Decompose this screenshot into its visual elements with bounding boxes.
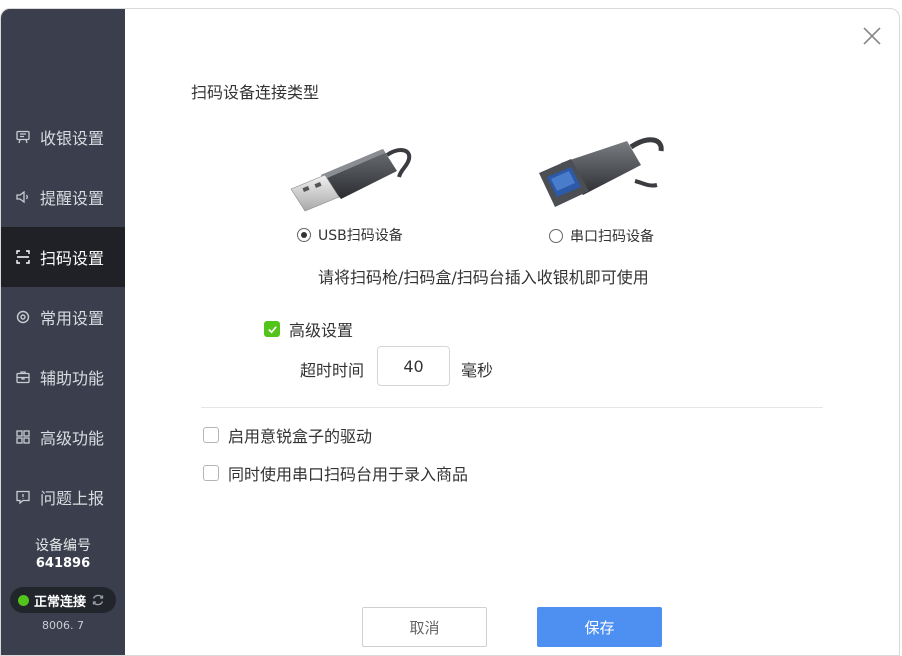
enable-driver-label: 启用意锐盒子的驱动 xyxy=(228,427,373,446)
enable-driver-checkbox[interactable]: 启用意锐盒子的驱动 xyxy=(203,423,372,447)
connection-status-text: 正常连接 xyxy=(34,594,87,610)
sidebar-item-label: 收银设置 xyxy=(40,129,105,148)
timeout-input[interactable] xyxy=(377,346,450,386)
usage-hint: 请将扫码枪/扫码盒/扫码台插入收银机即可使用 xyxy=(318,268,649,287)
sidebar-item-report[interactable]: 问题上报 xyxy=(1,467,125,527)
divider xyxy=(201,407,823,408)
gear-icon xyxy=(15,309,31,325)
speaker-icon xyxy=(15,189,31,205)
cancel-button[interactable]: 取消 xyxy=(362,607,487,647)
timeout-label: 超时时间 xyxy=(300,361,365,380)
serial-device-image xyxy=(531,125,671,219)
radio-checked-icon xyxy=(297,228,311,242)
sidebar-item-label: 提醒设置 xyxy=(40,189,105,208)
grid-icon xyxy=(15,429,31,445)
toolbox-icon xyxy=(15,369,31,385)
save-button[interactable]: 保存 xyxy=(537,607,662,647)
usb-device-image xyxy=(285,125,417,217)
sidebar-item-label: 问题上报 xyxy=(40,489,105,508)
connection-status-badge[interactable]: 正常连接 xyxy=(10,587,116,613)
serial-record-label: 同时使用串口扫码台用于录入商品 xyxy=(228,465,469,484)
serial-record-checkbox[interactable]: 同时使用串口扫码台用于录入商品 xyxy=(203,461,468,485)
timeout-unit: 毫秒 xyxy=(461,361,494,380)
sidebar-item-cashier[interactable]: 收银设置 xyxy=(1,107,125,167)
serial-scanner-radio[interactable]: 串口扫码设备 xyxy=(549,226,654,246)
status-dot-icon xyxy=(18,594,29,606)
advanced-settings-label: 高级设置 xyxy=(289,321,354,340)
sidebar-item-scan[interactable]: 扫码设置 xyxy=(1,227,125,287)
close-icon[interactable] xyxy=(861,25,883,47)
scan-icon xyxy=(15,249,31,265)
sidebar-item-reminder[interactable]: 提醒设置 xyxy=(1,167,125,227)
sidebar-item-label: 扫码设置 xyxy=(40,249,105,268)
sidebar-item-label: 辅助功能 xyxy=(40,369,105,388)
sidebar-item-label: 高级功能 xyxy=(40,429,105,448)
cashier-icon xyxy=(15,129,31,145)
sidebar-nav: 收银设置 提醒设置 扫码设置 常用设置 辅助功能 高级功能 问题上报 xyxy=(1,107,125,527)
device-number-value: 641896 xyxy=(35,556,91,571)
checkbox-checked-icon xyxy=(264,321,280,337)
sidebar-item-advanced[interactable]: 高级功能 xyxy=(1,407,125,467)
usb-scanner-label: USB扫码设备 xyxy=(318,228,403,244)
device-number-label: 设备编号 xyxy=(35,538,91,554)
serial-scanner-label: 串口扫码设备 xyxy=(570,229,654,245)
report-icon xyxy=(15,489,31,505)
section-title: 扫码设备连接类型 xyxy=(191,83,320,102)
sidebar-item-common[interactable]: 常用设置 xyxy=(1,287,125,347)
advanced-settings-checkbox[interactable]: 高级设置 xyxy=(264,317,353,341)
refresh-icon[interactable] xyxy=(91,593,105,607)
sidebar-item-assist[interactable]: 辅助功能 xyxy=(1,347,125,407)
radio-unchecked-icon xyxy=(549,229,563,243)
settings-dialog: 收银设置 提醒设置 扫码设置 常用设置 辅助功能 高级功能 问题上报 设备编号 … xyxy=(0,8,900,656)
checkbox-unchecked-icon xyxy=(203,427,219,443)
checkbox-unchecked-icon xyxy=(203,465,219,481)
usb-scanner-radio[interactable]: USB扫码设备 xyxy=(297,225,403,245)
version-number: 8006. 7 xyxy=(42,619,84,632)
sidebar-item-label: 常用设置 xyxy=(40,309,105,328)
sidebar: 收银设置 提醒设置 扫码设置 常用设置 辅助功能 高级功能 问题上报 设备编号 … xyxy=(1,9,125,655)
